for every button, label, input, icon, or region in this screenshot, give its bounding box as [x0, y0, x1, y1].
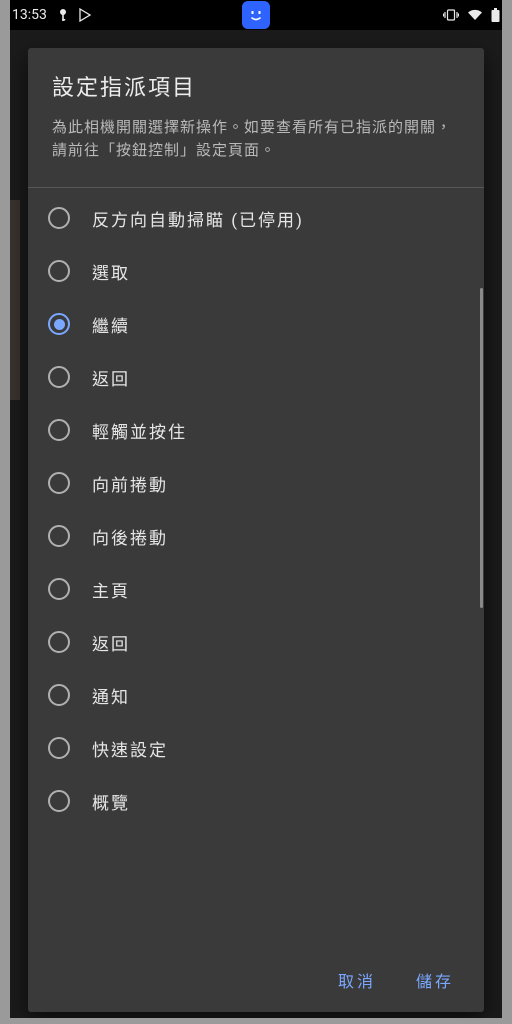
option-row[interactable]: 主頁: [36, 563, 476, 616]
play-store-icon: [79, 8, 92, 22]
assign-action-dialog: 設定指派項目 為此相機開關選擇新操作。如要查看所有已指派的開關，請前往「按鈕控制…: [28, 48, 484, 1012]
option-label: 主頁: [92, 577, 130, 602]
battery-icon: [491, 8, 500, 22]
option-label: 繼續: [92, 312, 130, 337]
radio-icon[interactable]: [48, 684, 70, 706]
status-right: [443, 8, 500, 22]
option-row[interactable]: 返回: [36, 351, 476, 404]
radio-icon[interactable]: [48, 260, 70, 282]
key-icon: [57, 8, 69, 22]
frame-edge-left: [0, 0, 10, 1024]
radio-icon[interactable]: [48, 631, 70, 653]
option-row[interactable]: 向前捲動: [36, 457, 476, 510]
face-switch-icon: [242, 1, 270, 29]
option-label: 概覽: [92, 789, 130, 814]
option-label: 輕觸並按住: [92, 418, 187, 443]
option-label: 選取: [92, 259, 130, 284]
option-label: 向前捲動: [92, 471, 168, 496]
option-row[interactable]: 通知: [36, 669, 476, 722]
options-list: 反方向自動掃瞄 (已停用)選取繼續返回輕觸並按住向前捲動向後捲動主頁返回通知快速…: [28, 192, 484, 828]
dialog-header: 設定指派項目 為此相機開關選擇新操作。如要查看所有已指派的開關，請前往「按鈕控制…: [28, 48, 484, 177]
radio-icon[interactable]: [48, 472, 70, 494]
radio-icon[interactable]: [48, 313, 70, 335]
option-label: 向後捲動: [92, 524, 168, 549]
option-row[interactable]: 快速設定: [36, 722, 476, 775]
status-left: 13:53: [12, 7, 92, 23]
option-label: 通知: [92, 683, 130, 708]
dialog-actions: 取消 儲存: [28, 952, 484, 1012]
radio-icon[interactable]: [48, 207, 70, 229]
status-bar: 13:53: [0, 0, 512, 30]
option-row[interactable]: 向後捲動: [36, 510, 476, 563]
cancel-button[interactable]: 取消: [338, 968, 376, 992]
radio-icon[interactable]: [48, 366, 70, 388]
option-row[interactable]: 選取: [36, 245, 476, 298]
option-row[interactable]: 返回: [36, 616, 476, 669]
option-row[interactable]: 繼續: [36, 298, 476, 351]
option-label: 返回: [92, 630, 130, 655]
dialog-title: 設定指派項目: [52, 70, 460, 102]
dialog-description: 為此相機開關選擇新操作。如要查看所有已指派的開關，請前往「按鈕控制」設定頁面。: [52, 116, 460, 163]
frame-edge-right: [502, 0, 512, 1024]
radio-icon[interactable]: [48, 737, 70, 759]
option-row[interactable]: 輕觸並按住: [36, 404, 476, 457]
option-label: 快速設定: [92, 736, 168, 761]
status-time: 13:53: [12, 7, 47, 23]
vibrate-icon: [443, 8, 459, 22]
radio-icon[interactable]: [48, 419, 70, 441]
option-row[interactable]: 概覽: [36, 775, 476, 828]
wifi-icon: [467, 9, 483, 21]
radio-icon[interactable]: [48, 790, 70, 812]
save-button[interactable]: 儲存: [416, 968, 454, 992]
option-label: 返回: [92, 365, 130, 390]
scrollbar-thumb[interactable]: [480, 288, 483, 608]
option-row[interactable]: 反方向自動掃瞄 (已停用): [36, 192, 476, 245]
option-label: 反方向自動掃瞄 (已停用): [92, 206, 304, 231]
dialog-body[interactable]: 反方向自動掃瞄 (已停用)選取繼續返回輕觸並按住向前捲動向後捲動主頁返回通知快速…: [28, 188, 484, 953]
radio-icon[interactable]: [48, 578, 70, 600]
radio-icon[interactable]: [48, 525, 70, 547]
frame-edge-bottom: [0, 1018, 512, 1024]
